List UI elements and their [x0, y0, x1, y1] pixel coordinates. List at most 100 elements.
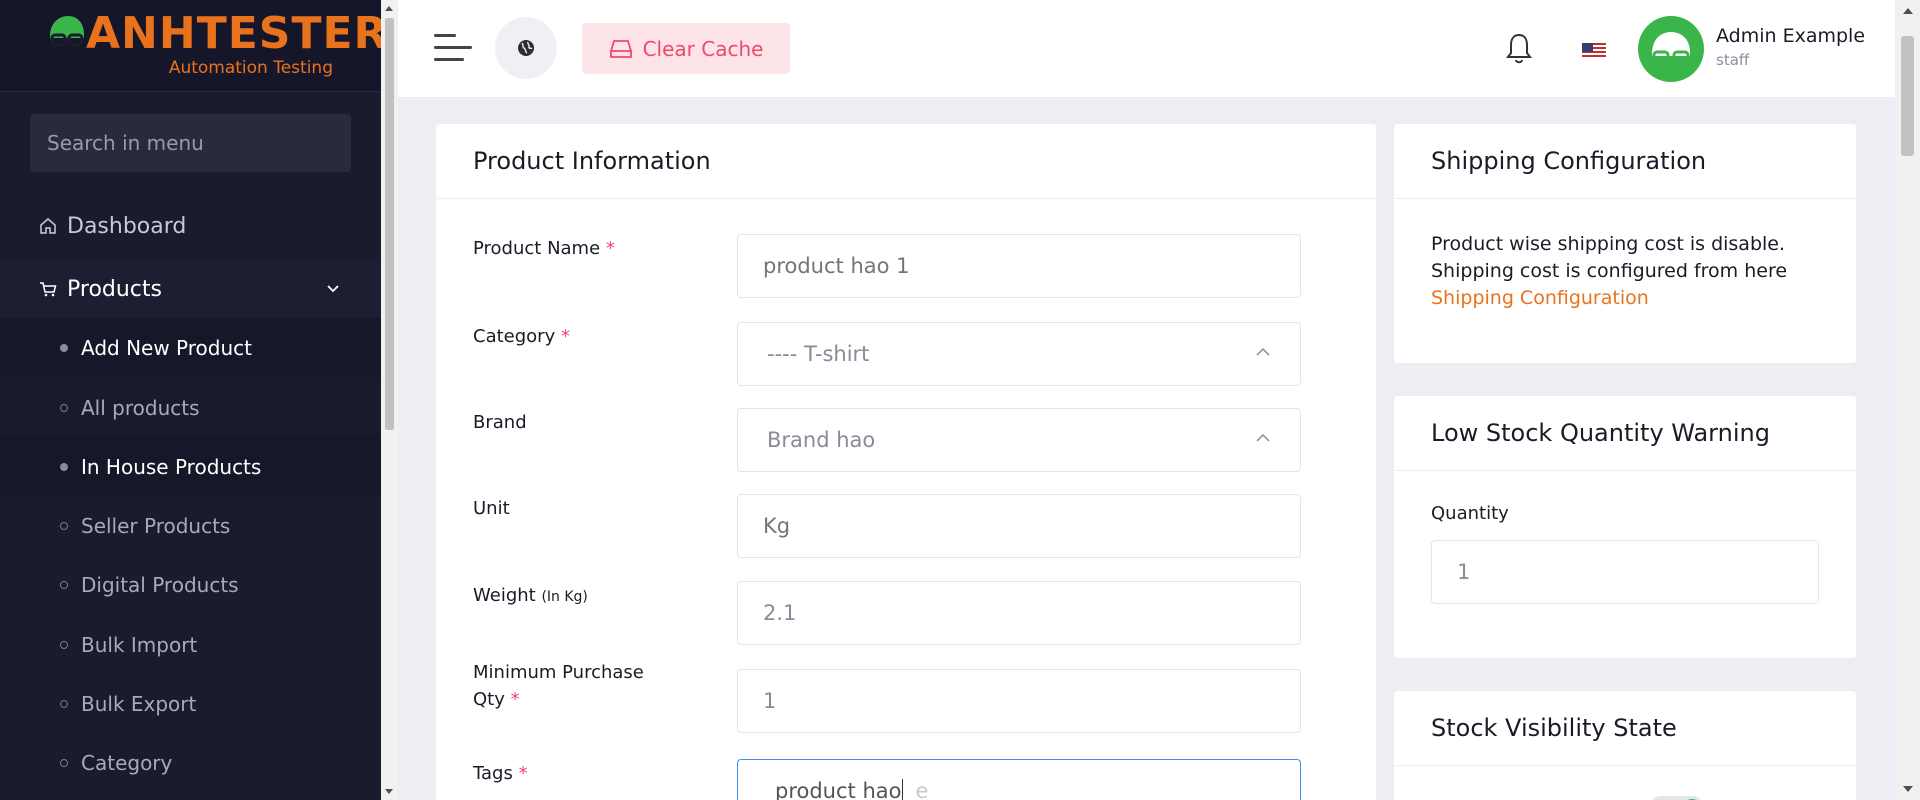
logo-icon	[50, 16, 84, 47]
avatar[interactable]	[1638, 16, 1704, 82]
required-mark: *	[560, 326, 570, 347]
scroll-down-icon[interactable]	[385, 789, 393, 794]
shipping-configuration-card: Shipping Configuration Product wise ship…	[1393, 123, 1857, 364]
weight-input[interactable]: 2.1	[737, 581, 1301, 645]
scroll-up-icon[interactable]	[385, 6, 393, 11]
low-stock-quantity-input[interactable]: 1	[1431, 540, 1819, 604]
chevron-down-icon[interactable]	[325, 281, 341, 297]
sidebar-item-dashboard[interactable]: Dashboard	[0, 196, 381, 256]
us-flag-icon[interactable]	[1582, 43, 1606, 59]
required-mark: *	[518, 763, 528, 784]
category-label: Category *	[473, 323, 673, 350]
brand-name: ANHTESTER	[86, 8, 381, 59]
low-stock-warning-card: Low Stock Quantity Warning Quantity 1	[1393, 395, 1857, 659]
weight-label: Weight (In Kg)	[473, 582, 673, 611]
brand-value: Brand hao	[767, 428, 876, 452]
sidebar-subitem-label: Add New Product	[81, 335, 252, 360]
sidebar-subitem-label: In House Products	[81, 454, 262, 479]
sidebar-scrollbar[interactable]	[381, 0, 398, 800]
sidebar-subitem-seller-products[interactable]: Seller Products	[0, 496, 381, 555]
sidebar-item-label: Products	[67, 276, 162, 302]
sidebar-item-products[interactable]: Products	[0, 258, 381, 320]
product-information-card: Product Information Product Name * Categ…	[435, 123, 1377, 800]
quantity-value: 1	[1457, 560, 1471, 584]
sidebar-subitem-bulk-import[interactable]: Bulk Import	[0, 615, 381, 674]
tags-input[interactable]: product hao e	[737, 759, 1301, 800]
sidebar-subitem-add-new-product[interactable]: Add New Product	[0, 318, 381, 377]
required-mark: *	[510, 689, 520, 710]
sidebar-subitem-all-products[interactable]: All products	[0, 378, 381, 437]
chevron-up-icon	[1256, 347, 1270, 356]
shipping-note-line: Product wise shipping cost is disable.	[1431, 233, 1786, 255]
min-qty-value: 1	[763, 689, 777, 713]
page-scrollbar[interactable]	[1895, 0, 1920, 800]
label-text: Category	[473, 326, 556, 347]
bell-icon[interactable]	[1504, 32, 1534, 66]
card-title: Shipping Configuration	[1394, 124, 1856, 199]
label-text: Minimum Purchase	[473, 662, 644, 683]
logo-area: ANHTESTER Automation Testing	[0, 0, 381, 92]
sidebar-subitem-label: All products	[81, 395, 200, 420]
scrollbar-thumb[interactable]	[385, 18, 394, 430]
label-text: Weight	[473, 585, 536, 606]
label-text: Qty	[473, 689, 505, 710]
scroll-up-icon[interactable]	[1903, 8, 1913, 14]
bullet-icon	[60, 758, 68, 767]
card-title: Product Information	[436, 124, 1376, 199]
user-role: staff	[1716, 51, 1750, 69]
unit-input[interactable]	[737, 494, 1301, 558]
visibility-toggle[interactable]	[1649, 796, 1704, 800]
shipping-note-line: Shipping cost is configured from here	[1431, 260, 1788, 282]
sidebar-item-label: Dashboard	[67, 213, 187, 239]
menu-search-input[interactable]	[30, 114, 351, 172]
tags-value: product hao	[775, 779, 902, 800]
user-name: Admin Example	[1716, 25, 1866, 47]
home-icon	[40, 218, 56, 234]
brand-tagline: Automation Testing	[168, 58, 333, 78]
sidebar-subitem-label: Digital Products	[81, 572, 239, 597]
sidebar-subitem-category[interactable]: Category	[0, 733, 381, 792]
label-text: Product Name	[473, 238, 601, 259]
bullet-icon	[60, 699, 68, 708]
globe-button[interactable]	[495, 17, 557, 79]
shipping-configuration-link[interactable]: Shipping Configuration	[1431, 285, 1831, 312]
label-text: Tags	[473, 763, 513, 784]
shipping-note: Product wise shipping cost is disable. S…	[1431, 231, 1831, 312]
tags-placeholder-tail: e	[915, 779, 929, 800]
clear-cache-button[interactable]: Clear Cache	[582, 23, 790, 74]
scroll-down-icon[interactable]	[1903, 786, 1913, 792]
product-name-input[interactable]	[737, 234, 1301, 298]
required-mark: *	[605, 238, 615, 259]
bullet-icon	[60, 521, 68, 530]
clear-cache-label: Clear Cache	[642, 36, 764, 61]
bullet-icon	[60, 640, 68, 649]
globe-icon	[518, 40, 534, 56]
sidebar-subitem-label: Bulk Export	[81, 691, 197, 716]
sidebar-subitem-label: Bulk Import	[81, 632, 198, 657]
sidebar-subitem-bulk-export[interactable]: Bulk Export	[0, 674, 381, 733]
user-avatar-icon	[1652, 32, 1690, 64]
text-cursor	[902, 779, 904, 800]
min-qty-input[interactable]: 1	[737, 669, 1301, 733]
scrollbar-thumb[interactable]	[1901, 36, 1914, 156]
bullet-icon	[60, 343, 68, 352]
sidebar-subitem-in-house-products[interactable]: In House Products	[0, 437, 381, 496]
bullet-icon	[60, 462, 68, 471]
sidebar-subitem-digital-products[interactable]: Digital Products	[0, 555, 381, 614]
sidebar-subitem-label: Category	[81, 750, 173, 775]
card-title: Low Stock Quantity Warning	[1394, 396, 1856, 471]
menu-toggle-icon[interactable]	[434, 32, 472, 64]
tags-label: Tags *	[473, 760, 673, 787]
category-select[interactable]: ---- T-shirt	[737, 322, 1301, 386]
top-bar: Clear Cache Admin Example staff	[398, 0, 1895, 98]
product-name-label: Product Name *	[473, 235, 673, 262]
quantity-label: Quantity	[1431, 503, 1509, 524]
weight-value: 2.1	[763, 601, 797, 625]
bullet-icon	[60, 580, 68, 589]
hdd-icon	[609, 39, 632, 58]
unit-note: (In Kg)	[541, 589, 588, 605]
bullet-icon	[60, 403, 68, 412]
min-qty-label: Minimum Purchase Qty *	[473, 659, 673, 713]
unit-label: Unit	[473, 498, 510, 519]
brand-select[interactable]: Brand hao	[737, 408, 1301, 472]
